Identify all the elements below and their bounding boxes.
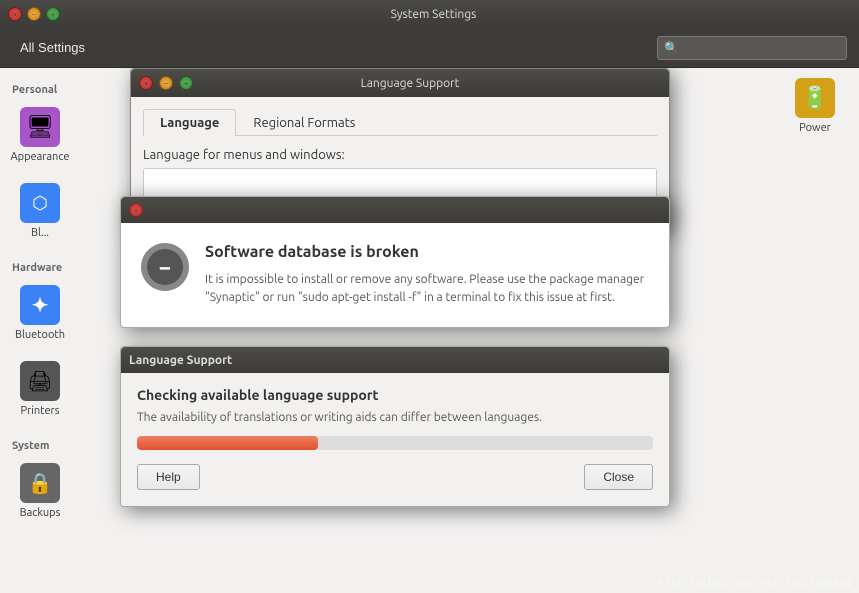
system-grid: 🔒 Backups (8, 456, 132, 528)
bluetooth-icon: ✦ (20, 285, 60, 325)
close-button-progress[interactable]: Close (584, 464, 653, 490)
personal-section-label: Personal (8, 78, 132, 100)
printers-icon: 🖨 (20, 361, 60, 401)
progress-heading: Checking available language support (137, 387, 653, 403)
maximize-button[interactable]: + (46, 7, 60, 21)
sidebar-item-bluetooth[interactable]: ✦ Bluetooth (8, 278, 72, 350)
bt-truncated-label: Bl... (31, 227, 49, 240)
progress-dialog-titlebar: Language Support (121, 347, 669, 373)
appearance-icon: 🖥 (20, 107, 60, 147)
personal-grid: 🖥 Appearance ⬡ Bl... (8, 100, 132, 248)
error-icon-inner: − (147, 249, 183, 285)
bluetooth-truncated-icon: ⬡ (20, 183, 60, 223)
broken-software-dialog: × − Software database is broken It is im… (120, 196, 670, 328)
main-content: All Settings 🔍 Personal 🖥 Appearance ⬡ B… (0, 28, 859, 593)
backups-label: Backups (20, 507, 61, 520)
progress-bar-container (137, 436, 653, 450)
printers-label: Printers (20, 405, 59, 418)
backups-icon: 🔒 (20, 463, 60, 503)
language-progress-dialog: Language Support Checking available lang… (120, 346, 670, 507)
progress-bar-fill (137, 436, 318, 450)
sidebar-item-power[interactable]: 🔋 Power (783, 78, 847, 134)
power-icon: 🔋 (795, 78, 835, 118)
bluetooth-label: Bluetooth (15, 329, 65, 342)
appearance-label: Appearance (11, 151, 70, 164)
minimize-button[interactable]: − (27, 7, 41, 21)
system-section-label: System (8, 434, 132, 456)
search-box: 🔍 (657, 36, 847, 60)
progress-subtitle: The availability of translations or writ… (137, 411, 653, 424)
title-bar: × − + System Settings (0, 0, 859, 28)
lang-section-label: Language for menus and windows: (143, 148, 657, 162)
sidebar-item-backups[interactable]: 🔒 Backups (8, 456, 72, 528)
hardware-grid: ✦ Bluetooth 🖨 Printers (8, 278, 132, 426)
window-title: System Settings (66, 8, 801, 21)
tab-regional[interactable]: Regional Formats (236, 109, 372, 136)
broken-text-container: Software database is broken It is imposs… (205, 243, 649, 307)
language-dialog-titlebar: × − + Language Support (131, 69, 669, 97)
window-controls: × − + (8, 7, 60, 21)
lang-dialog-close[interactable]: × (139, 76, 153, 90)
settings-area: Personal 🖥 Appearance ⬡ Bl... Hardware ✦… (0, 68, 859, 593)
progress-dialog-body: Checking available language support The … (121, 373, 669, 506)
lang-dialog-minimize[interactable]: − (159, 76, 173, 90)
sidebar-item-printers[interactable]: 🖨 Printers (8, 354, 72, 426)
sidebar-item-appearance[interactable]: 🖥 Appearance (8, 100, 72, 172)
broken-title: Software database is broken (205, 243, 649, 261)
sidebar-item-bt-truncated[interactable]: ⬡ Bl... (8, 176, 72, 248)
progress-dialog-buttons: Help Close (137, 464, 653, 492)
broken-dialog-body: − Software database is broken It is impo… (121, 223, 669, 327)
tab-bar: Language Regional Formats (143, 109, 657, 136)
watermark: http://blog.csdn.net/leijieZhang (658, 578, 851, 589)
broken-dialog-close[interactable]: × (129, 203, 143, 217)
close-button[interactable]: × (8, 7, 22, 21)
progress-dialog-title: Language Support (129, 354, 232, 367)
search-input[interactable] (683, 41, 840, 55)
broken-body-text: It is impossible to install or remove an… (205, 271, 649, 307)
icons-panel: Personal 🖥 Appearance ⬡ Bl... Hardware ✦… (0, 68, 140, 593)
search-icon: 🔍 (664, 41, 679, 55)
all-settings-button[interactable]: All Settings (12, 36, 93, 59)
power-label: Power (799, 122, 831, 134)
hardware-section-label: Hardware (8, 256, 132, 278)
error-icon: − (141, 243, 189, 291)
broken-dialog-titlebar: × (121, 197, 669, 223)
help-button[interactable]: Help (137, 464, 200, 490)
lang-dialog-maximize[interactable]: + (179, 76, 193, 90)
top-bar: All Settings 🔍 (0, 28, 859, 68)
tab-language[interactable]: Language (143, 109, 236, 136)
language-dialog-title: Language Support (199, 77, 621, 90)
